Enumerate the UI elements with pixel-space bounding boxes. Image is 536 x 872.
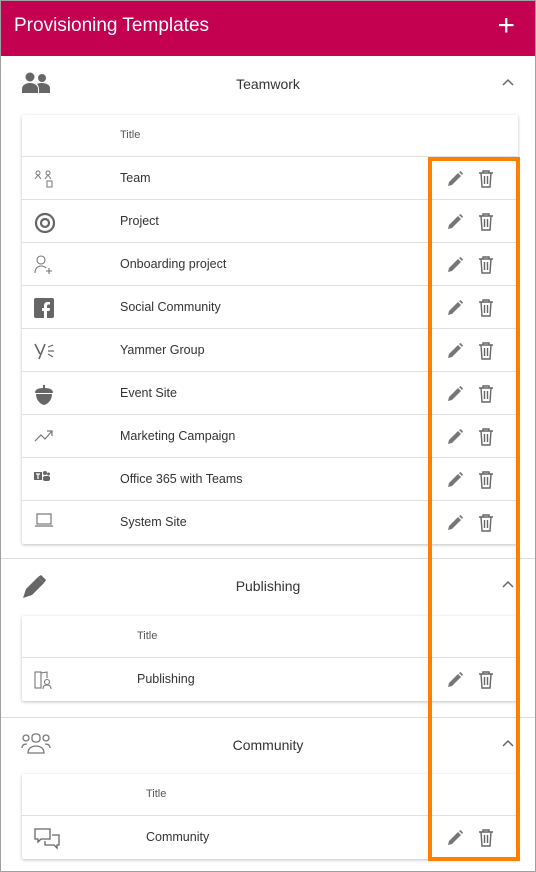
table-row[interactable]: Yammer Group <box>22 329 518 372</box>
template-title: Publishing <box>137 672 195 686</box>
edit-pencil-icon[interactable] <box>446 256 464 274</box>
add-person-icon <box>34 255 58 275</box>
chevron-up-icon[interactable] <box>501 578 515 592</box>
section-label: Teamwork <box>236 76 300 92</box>
templates-table: Title Publishing <box>22 616 518 701</box>
yammer-icon <box>34 341 58 361</box>
chevron-up-icon[interactable] <box>501 737 515 751</box>
template-title: Team <box>120 171 151 185</box>
templates-table: Title Community <box>22 774 518 859</box>
target-icon <box>34 212 58 234</box>
publishing-icon <box>34 670 58 690</box>
section-header[interactable]: Publishing <box>1 558 535 616</box>
table-row[interactable]: Social Community <box>22 286 518 329</box>
delete-trash-icon[interactable] <box>478 341 494 360</box>
acorn-icon <box>34 384 58 405</box>
edit-pencil-icon[interactable] <box>446 385 464 403</box>
delete-trash-icon[interactable] <box>478 427 494 446</box>
edit-pencil-icon[interactable] <box>446 471 464 489</box>
edit-pencil-icon[interactable] <box>446 213 464 231</box>
team-icon <box>34 169 58 189</box>
edit-pencil-icon[interactable] <box>446 428 464 446</box>
template-title: Office 365 with Teams <box>120 472 243 486</box>
table-header: Title <box>22 774 518 816</box>
template-title: Onboarding project <box>120 257 227 271</box>
table-row[interactable]: Marketing Campaign <box>22 415 518 458</box>
edit-pencil-icon[interactable] <box>446 514 464 532</box>
section-header[interactable]: Teamwork <box>1 56 535 114</box>
delete-trash-icon[interactable] <box>478 298 494 317</box>
templates-table: Title Team Project Onboarding project So… <box>22 115 518 544</box>
column-title[interactable]: Title <box>120 129 140 141</box>
delete-trash-icon[interactable] <box>478 212 494 231</box>
edit-pencil-icon[interactable] <box>446 829 464 847</box>
delete-trash-icon[interactable] <box>478 255 494 274</box>
table-row[interactable]: System Site <box>22 501 518 544</box>
chevron-up-icon[interactable] <box>501 76 515 90</box>
teams-icon <box>34 470 58 490</box>
table-row[interactable]: Office 365 with Teams <box>22 458 518 501</box>
trending-icon <box>34 427 58 447</box>
table-row[interactable]: Onboarding project <box>22 243 518 286</box>
delete-trash-icon[interactable] <box>478 513 494 532</box>
edit-pencil-icon[interactable] <box>446 342 464 360</box>
template-title: Project <box>120 214 159 228</box>
template-title: System Site <box>120 515 187 529</box>
delete-trash-icon[interactable] <box>478 169 494 188</box>
section-label: Publishing <box>235 578 301 594</box>
template-title: Community <box>146 830 210 844</box>
section-header[interactable]: Community <box>1 717 535 775</box>
template-title: Event Site <box>120 386 177 400</box>
template-title: Social Community <box>120 300 221 314</box>
facebook-icon <box>34 298 58 318</box>
column-title[interactable]: Title <box>146 788 166 800</box>
page-title: Provisioning Templates <box>14 15 210 36</box>
template-title: Yammer Group <box>120 343 205 357</box>
table-row[interactable]: Project <box>22 200 518 243</box>
table-header: Title <box>22 616 518 658</box>
edit-pencil-icon[interactable] <box>446 671 464 689</box>
add-template-button[interactable]: + <box>497 9 515 43</box>
column-title[interactable]: Title <box>137 630 157 642</box>
edit-pencil-icon[interactable] <box>446 170 464 188</box>
section-teamwork: Teamwork <box>1 56 535 114</box>
table-row[interactable]: Publishing <box>22 658 518 701</box>
table-row[interactable]: Event Site <box>22 372 518 415</box>
template-title: Marketing Campaign <box>120 429 236 443</box>
app-header: Provisioning Templates + <box>1 1 535 56</box>
delete-trash-icon[interactable] <box>478 384 494 403</box>
delete-trash-icon[interactable] <box>478 470 494 489</box>
delete-trash-icon[interactable] <box>478 670 494 689</box>
chat-icon <box>34 828 60 850</box>
edit-pencil-icon[interactable] <box>446 299 464 317</box>
section-label: Community <box>232 737 304 753</box>
delete-trash-icon[interactable] <box>478 828 494 847</box>
table-row[interactable]: Team <box>22 157 518 200</box>
table-row[interactable]: Community <box>22 816 518 859</box>
section-community: Community <box>1 717 535 775</box>
section-publishing: Publishing <box>1 558 535 616</box>
table-header: Title <box>22 115 518 157</box>
laptop-icon <box>34 513 58 533</box>
